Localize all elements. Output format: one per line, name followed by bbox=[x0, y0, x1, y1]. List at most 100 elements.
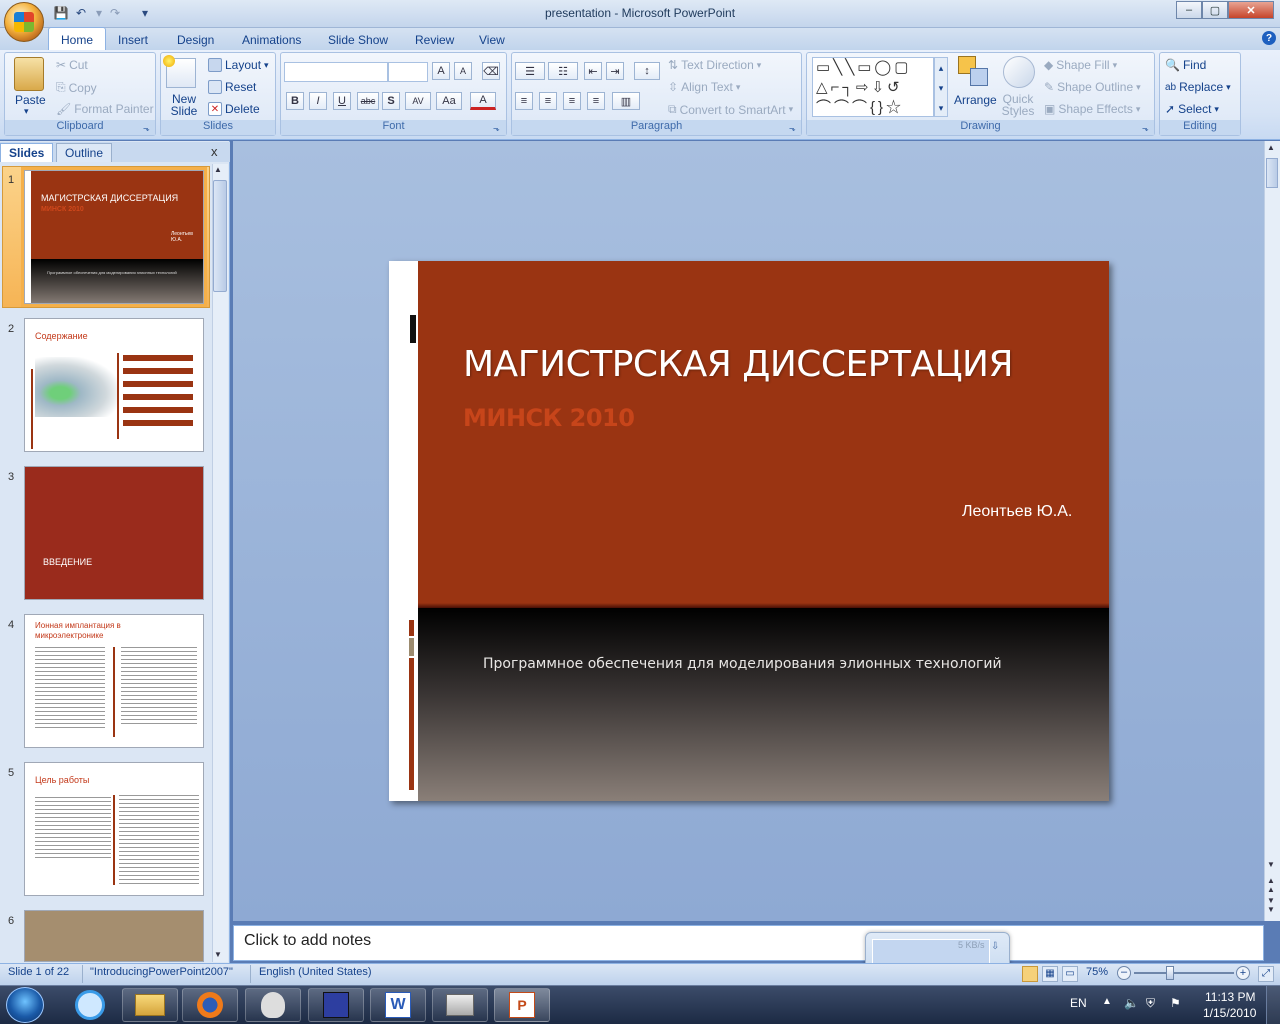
slide-author[interactable]: Леонтьев Ю.А. bbox=[962, 503, 1072, 521]
character-spacing-button[interactable]: AV bbox=[405, 92, 431, 110]
columns-icon[interactable]: ▥ bbox=[612, 92, 640, 110]
zoom-out-icon[interactable]: – bbox=[1117, 966, 1131, 980]
align-right-icon[interactable]: ≡ bbox=[563, 92, 581, 110]
slide-thumbnail-5[interactable]: Цель работы bbox=[24, 762, 204, 896]
tab-design[interactable]: Design bbox=[165, 30, 226, 50]
paragraph-launcher-icon[interactable]: ⬎ bbox=[789, 124, 796, 133]
clock-time[interactable]: 11:13 PM bbox=[1205, 990, 1255, 1004]
change-case-button[interactable]: Aa bbox=[436, 92, 462, 110]
taskbar-firefox[interactable] bbox=[182, 988, 238, 1022]
office-button[interactable] bbox=[4, 2, 44, 42]
format-painter-button[interactable]: 🖌 Format Painter bbox=[56, 102, 154, 116]
replace-button[interactable]: ab Replace ▾ bbox=[1165, 80, 1231, 94]
tab-review[interactable]: Review bbox=[403, 30, 466, 50]
network-icon[interactable]: ⚑ bbox=[1170, 996, 1181, 1010]
slide-thumbnail-3[interactable]: ВВЕДЕНИЕ bbox=[24, 466, 204, 600]
align-text-button[interactable]: ⇳ Align Text ▾ bbox=[668, 80, 740, 94]
taskbar-powerpoint[interactable]: P bbox=[494, 988, 550, 1022]
tab-view[interactable]: View bbox=[467, 30, 517, 50]
arrange-icon[interactable] bbox=[958, 56, 990, 88]
justify-icon[interactable]: ≡ bbox=[587, 92, 605, 110]
arrange-button[interactable]: Arrange bbox=[954, 93, 997, 107]
maximize-button[interactable]: ▢ bbox=[1202, 1, 1228, 19]
copy-button[interactable]: ⎘ Copy bbox=[56, 80, 97, 95]
notes-pane[interactable] bbox=[233, 925, 1264, 961]
slide-caption[interactable]: Программное обеспечения для моделировани… bbox=[483, 656, 1002, 672]
pane-scrollbar-thumb[interactable] bbox=[213, 180, 227, 292]
tab-slide-show[interactable]: Slide Show bbox=[316, 30, 400, 50]
text-direction-button[interactable]: ⇅ Text Direction ▾ bbox=[668, 58, 761, 72]
fit-to-window-icon[interactable]: ⤢ bbox=[1258, 966, 1274, 982]
slide-title[interactable]: МАГИСТРСКАЯ ДИССЕРТАЦИЯ bbox=[463, 344, 1013, 385]
layout-button[interactable]: Layout ▾ bbox=[208, 58, 269, 72]
quick-styles-icon[interactable] bbox=[1003, 56, 1035, 88]
close-button[interactable]: ✕ bbox=[1228, 1, 1274, 19]
paste-dropdown-icon[interactable]: ▾ bbox=[24, 106, 29, 117]
paste-icon[interactable] bbox=[14, 57, 44, 91]
shape-outline-button[interactable]: ✎ Shape Outline ▾ bbox=[1044, 80, 1141, 94]
font-launcher-icon[interactable]: ⬎ bbox=[493, 124, 500, 133]
input-language[interactable]: EN bbox=[1070, 996, 1087, 1010]
clear-formatting-icon[interactable]: ⌫ bbox=[482, 62, 500, 80]
pane-close-icon[interactable]: x bbox=[211, 144, 218, 159]
strikethrough-button[interactable]: abc bbox=[357, 92, 379, 110]
clock-date[interactable]: 1/15/2010 bbox=[1203, 1006, 1256, 1020]
taskbar-alien[interactable] bbox=[245, 988, 301, 1022]
tab-insert[interactable]: Insert bbox=[106, 30, 160, 50]
decrease-indent-icon[interactable]: ⇤ bbox=[584, 62, 602, 80]
new-slide-button[interactable]: New Slide bbox=[170, 93, 198, 117]
underline-button[interactable]: U bbox=[333, 92, 351, 110]
next-slide-icon[interactable]: ▼ ▼ bbox=[1267, 896, 1275, 914]
tab-home[interactable]: Home bbox=[48, 27, 107, 51]
show-hidden-icons-icon[interactable]: ▲ bbox=[1102, 996, 1112, 1007]
delete-button[interactable]: ✕ Delete bbox=[208, 102, 260, 116]
normal-view-icon[interactable] bbox=[1022, 966, 1038, 982]
bold-button[interactable]: B bbox=[286, 92, 304, 110]
grow-font-button[interactable]: A bbox=[432, 62, 450, 80]
clipboard-launcher-icon[interactable]: ⬎ bbox=[143, 124, 150, 133]
quick-styles-button[interactable]: Quick Styles bbox=[1000, 93, 1036, 117]
align-left-icon[interactable]: ≡ bbox=[515, 92, 533, 110]
font-name-combo[interactable] bbox=[284, 62, 388, 82]
tab-outline[interactable]: Outline bbox=[56, 143, 113, 162]
italic-button[interactable]: I bbox=[309, 92, 327, 110]
canvas-scrollbar[interactable] bbox=[1264, 141, 1280, 921]
convert-smartart-button[interactable]: ⧉ Convert to SmartArt ▾ bbox=[668, 102, 793, 117]
tab-slides[interactable]: Slides bbox=[0, 143, 54, 162]
shape-effects-button[interactable]: ▣ Shape Effects ▾ bbox=[1044, 102, 1140, 116]
shapes-gallery-scroll[interactable]: ▴ ▾ ▾ bbox=[934, 57, 948, 117]
zoom-level[interactable]: 75% bbox=[1086, 966, 1108, 978]
taskbar-floppy[interactable] bbox=[308, 988, 364, 1022]
tray-shield-icon[interactable]: ⛨ bbox=[1146, 996, 1155, 1011]
numbering-icon[interactable]: ☷ bbox=[548, 62, 578, 80]
shape-fill-button[interactable]: ◆ Shape Fill ▾ bbox=[1044, 58, 1117, 72]
minimize-button[interactable]: – bbox=[1176, 1, 1202, 19]
canvas-scrollbar-thumb[interactable] bbox=[1266, 158, 1278, 188]
slide-thumbnail-1[interactable]: МАГИСТРСКАЯ ДИССЕРТАЦИЯ МИНСК 2010 Леонт… bbox=[21, 167, 207, 307]
slide-sorter-icon[interactable]: ▦ bbox=[1042, 966, 1058, 982]
reset-button[interactable]: Reset bbox=[208, 80, 256, 94]
slide-show-icon[interactable]: ▭ bbox=[1062, 966, 1078, 982]
scroll-up-icon[interactable]: ▲ bbox=[214, 165, 222, 174]
select-button[interactable]: ➚ Select ▾ bbox=[1165, 102, 1219, 116]
line-spacing-icon[interactable]: ↕ bbox=[634, 62, 660, 80]
tab-animations[interactable]: Animations bbox=[230, 30, 313, 50]
align-center-icon[interactable]: ≡ bbox=[539, 92, 557, 110]
bullets-icon[interactable]: ☰ bbox=[515, 62, 545, 80]
slide-subtitle[interactable]: МИНСК 2010 bbox=[463, 404, 635, 432]
paste-button[interactable]: Paste bbox=[15, 93, 46, 107]
show-desktop-button[interactable] bbox=[1266, 986, 1280, 1024]
help-icon[interactable]: ? bbox=[1262, 31, 1276, 45]
start-button[interactable] bbox=[6, 987, 44, 1023]
zoom-slider[interactable] bbox=[1134, 972, 1234, 974]
new-slide-icon[interactable] bbox=[163, 55, 196, 88]
taskbar-explorer[interactable] bbox=[122, 988, 178, 1022]
language-indicator[interactable]: English (United States) bbox=[259, 966, 372, 978]
cut-button[interactable]: ✂ Cut bbox=[56, 58, 88, 72]
zoom-in-icon[interactable]: + bbox=[1236, 966, 1250, 980]
internet-explorer-icon[interactable] bbox=[75, 990, 105, 1020]
find-button[interactable]: 🔍 Find bbox=[1165, 58, 1206, 72]
scroll-down-icon[interactable]: ▼ bbox=[214, 950, 222, 959]
shrink-font-button[interactable]: A bbox=[454, 62, 472, 80]
shapes-gallery[interactable]: ▭╲╲▭◯▢ △⌐┐⇨⇩↺ ⌒⌒⌒{}☆ bbox=[812, 57, 934, 117]
